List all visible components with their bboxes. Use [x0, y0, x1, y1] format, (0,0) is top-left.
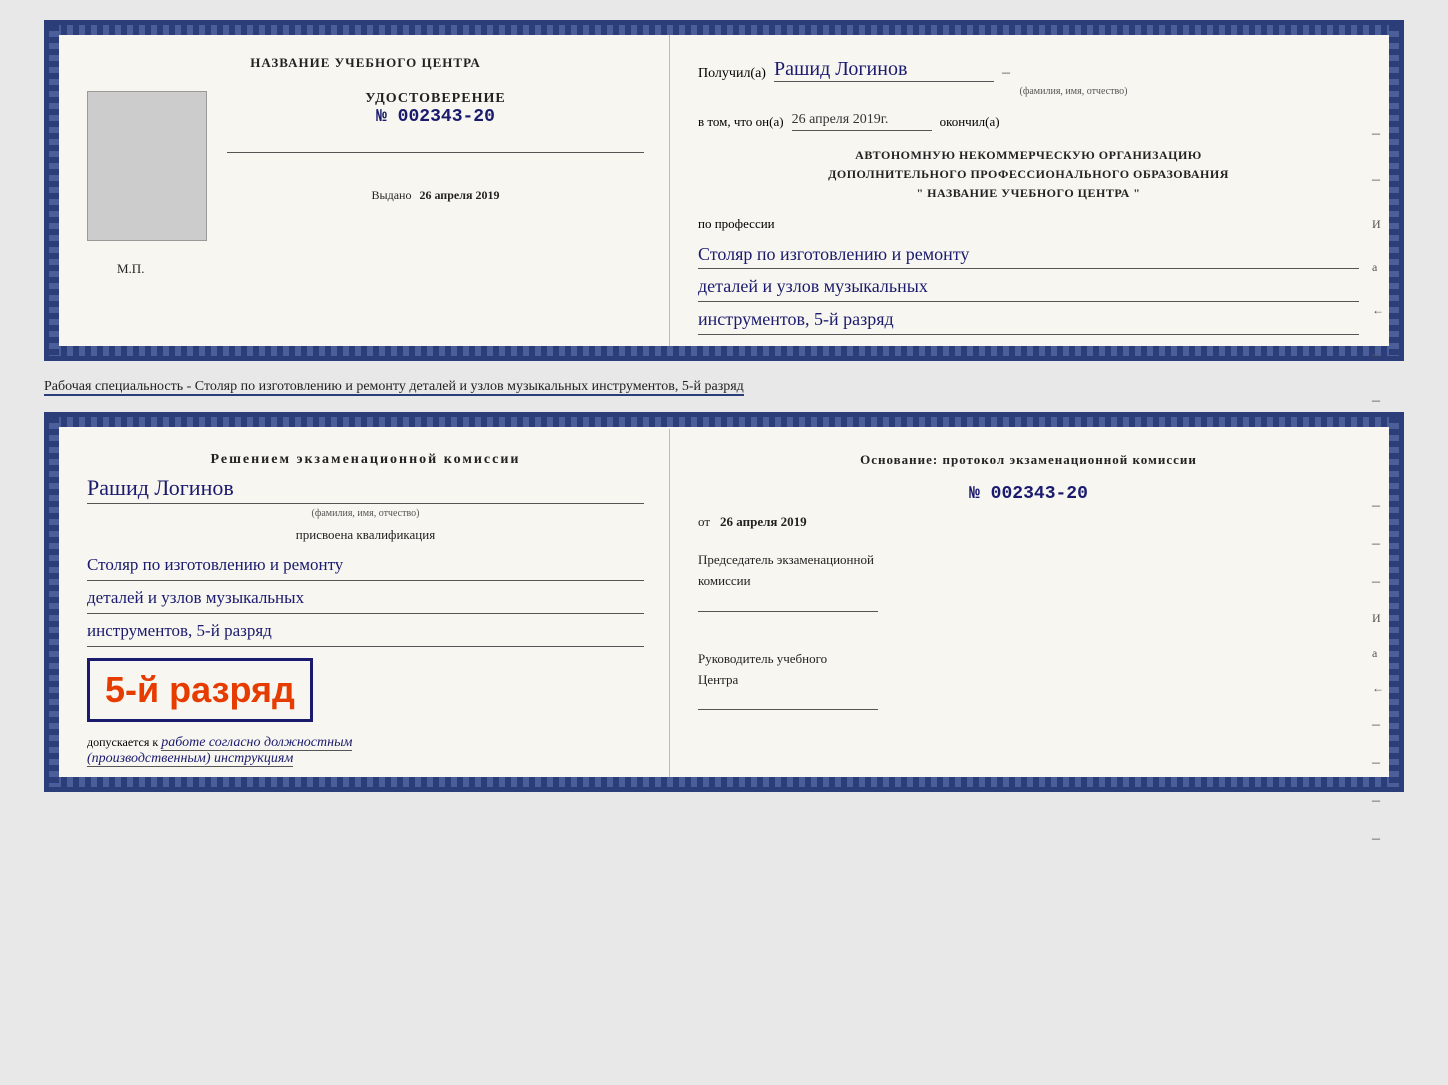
ot-line: от 26 апреля 2019 — [698, 514, 1359, 530]
profession-line3: инструментов, 5-й разряд — [698, 305, 1359, 335]
okonchil-label: окончил(а) — [940, 114, 1000, 130]
mark2-dash-1: – — [1372, 497, 1384, 515]
mp-label: М.П. — [117, 261, 144, 277]
mark-letter-a: а — [1372, 260, 1384, 275]
doc2-fio-block: Рашид Логинов (фамилия, имя, отчество) — [87, 475, 644, 519]
org-line1: АВТОНОМНУЮ НЕКОММЕРЧЕСКУЮ ОРГАНИЗАЦИЮ — [698, 146, 1359, 165]
doc2-left-panel: Решением экзаменационной комиссии Рашид … — [49, 429, 670, 787]
mark-arrow: ← — [1372, 303, 1384, 318]
dopuskaetsya-value: работе согласно должностным — [161, 735, 352, 751]
predsedatel-line1: Председатель экзаменационной — [698, 550, 1359, 571]
qualification-line2: деталей и узлов музыкальных — [87, 584, 644, 614]
org-block: АВТОНОМНУЮ НЕКОММЕРЧЕСКУЮ ОРГАНИЗАЦИЮ ДО… — [698, 146, 1359, 204]
vtom-date: 26 апреля 2019г. — [792, 112, 932, 131]
udostoverenie-title: УДОСТОВЕРЕНИЕ — [365, 91, 505, 107]
predsedatel-signature — [698, 592, 878, 612]
razryad-text: 5-й разряд — [105, 669, 295, 710]
doc2-fio-subtitle: (фамилия, имя, отчество) — [87, 508, 644, 519]
left-border-decoration — [49, 25, 59, 356]
org-name: " НАЗВАНИЕ УЧЕБНОГО ЦЕНТРА " — [698, 184, 1359, 203]
poluchil-label: Получил(а) — [698, 66, 766, 82]
doc1-left-panel: НАЗВАНИЕ УЧЕБНОГО ЦЕНТРА УДОСТОВЕРЕНИЕ №… — [49, 35, 670, 356]
doc1-right-panel: Получил(а) Рашид Логинов – (фамилия, имя… — [670, 25, 1399, 356]
rukovoditel-block: Руководитель учебного Центра — [698, 649, 1359, 717]
mark-dash-2: – — [1372, 171, 1384, 189]
mark2-dash-2: – — [1372, 535, 1384, 553]
photo-placeholder — [87, 91, 207, 241]
recipient-name: Рашид Логинов — [774, 58, 994, 82]
mark2-letter-i: И — [1372, 611, 1384, 626]
rukovoditel-line2: Центра — [698, 670, 1359, 691]
left-border-decoration-2 — [49, 417, 59, 787]
mark-dash-3: – — [1372, 346, 1384, 364]
org-line2: ДОПОЛНИТЕЛЬНОГО ПРОФЕССИОНАЛЬНОГО ОБРАЗО… — [698, 165, 1359, 184]
qualification-line3: инструментов, 5-й разряд — [87, 617, 644, 647]
mark2-dash-3: – — [1372, 573, 1384, 591]
dash: – — [1002, 64, 1010, 82]
predsedatel-line2: комиссии — [698, 571, 1359, 592]
prisvoena-label: присвоена квалификация — [87, 527, 644, 543]
udostoverenie-number: № 002343-20 — [365, 107, 505, 127]
mark2-dash-4: – — [1372, 716, 1384, 734]
mark2-dash-6: – — [1372, 792, 1384, 810]
vtom-label: в том, что он(а) — [698, 114, 784, 130]
udostoverenie-block: УДОСТОВЕРЕНИЕ № 002343-20 — [365, 91, 505, 127]
mark-dash-1: – — [1372, 125, 1384, 143]
profession-line1: Столяр по изготовлению и ремонту — [698, 240, 1359, 270]
profession-block: Столяр по изготовлению и ремонту деталей… — [698, 237, 1359, 338]
ot-date: 26 апреля 2019 — [720, 514, 807, 530]
osnovanie-title: Основание: протокол экзаменационной коми… — [698, 450, 1359, 470]
separator-text: Рабочая специальность - Столяр по изгото… — [44, 371, 1404, 402]
doc2-fio-name: Рашид Логинов — [87, 475, 644, 504]
fio-subtitle-1: (фамилия, имя, отчество) — [788, 86, 1359, 97]
rukovoditel-line1: Руководитель учебного — [698, 649, 1359, 670]
separator-content: Рабочая специальность - Столяр по изгото… — [44, 379, 744, 396]
mark2-dash-5: – — [1372, 754, 1384, 772]
document-2: Решением экзаменационной комиссии Рашид … — [44, 412, 1404, 792]
resheniem-title: Решением экзаменационной комиссии — [87, 449, 644, 470]
document-1: НАЗВАНИЕ УЧЕБНОГО ЦЕНТРА УДОСТОВЕРЕНИЕ №… — [44, 20, 1404, 361]
issued-label: Выдано — [372, 188, 412, 202]
dopuskaetsya-block: допускается к работе согласно должностны… — [87, 735, 352, 767]
mark2-letter-a: а — [1372, 646, 1384, 661]
razryad-box: 5-й разряд — [87, 658, 313, 722]
mark-letter-i: И — [1372, 217, 1384, 232]
mark2-dash-7: – — [1372, 830, 1384, 848]
predsedatel-block: Председатель экзаменационной комиссии — [698, 550, 1359, 618]
qualification-line1: Столяр по изготовлению и ремонту — [87, 551, 644, 581]
doc2-right-side-marks: – – – И а ← – – – – — [1372, 497, 1384, 848]
ot-label: от — [698, 514, 710, 530]
doc2-right-panel: Основание: протокол экзаменационной коми… — [670, 417, 1399, 787]
dopuskaetsya-label: допускается к — [87, 735, 158, 749]
rukovoditel-signature — [698, 690, 878, 710]
mark2-arrow: ← — [1372, 681, 1384, 696]
protocol-number: № 002343-20 — [698, 484, 1359, 504]
profession-line2: деталей и узлов музыкальных — [698, 272, 1359, 302]
doc1-center-title: НАЗВАНИЕ УЧЕБНОГО ЦЕНТРА — [250, 55, 481, 71]
dopuskaetsya-value2: (производственным) инструкциям — [87, 751, 293, 767]
issued-line: Выдано 26 апреля 2019 — [372, 188, 500, 203]
mark-dash-4: – — [1372, 392, 1384, 410]
po-professii-label: по профессии — [698, 216, 1359, 232]
qualification-block: Столяр по изготовлению и ремонту деталей… — [87, 548, 644, 650]
issued-date: 26 апреля 2019 — [419, 188, 499, 202]
